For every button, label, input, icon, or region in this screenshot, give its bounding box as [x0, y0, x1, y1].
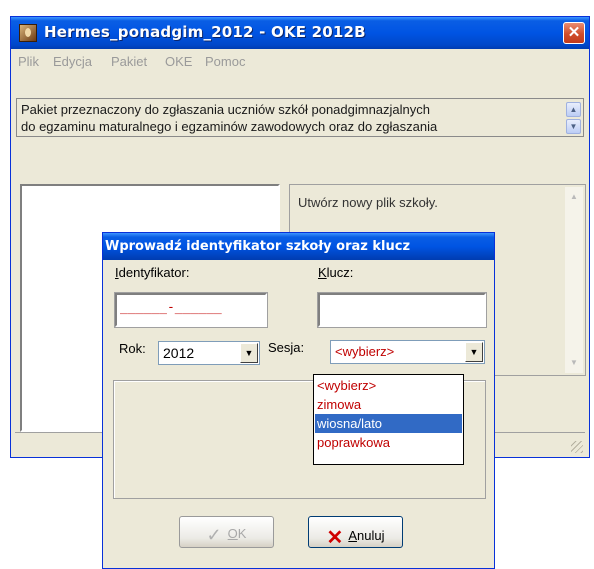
year-value: 2012 — [163, 345, 195, 361]
cancel-button-label: ✕ Anuluj — [326, 527, 385, 549]
info-text: Utwórz nowy plik szkoły. — [298, 195, 438, 210]
key-label: Klucz: — [318, 265, 354, 280]
identifier-label: Identyfikator: — [115, 265, 190, 280]
description-line-1: Pakiet przeznaczony do zgłaszania ucznió… — [21, 102, 431, 117]
identifier-dialog: Wprowadź identyfikator szkoły oraz klucz… — [102, 232, 495, 569]
scroll-up-icon[interactable]: ▲ — [566, 189, 582, 205]
chevron-down-icon[interactable]: ▼ — [465, 342, 483, 362]
session-dropdown-list[interactable]: <wybierz> zimowa wiosna/lato poprawkowa — [313, 374, 464, 465]
session-option[interactable]: zimowa — [315, 395, 462, 414]
close-button[interactable]: ✕ — [563, 22, 585, 44]
menu-pomoc[interactable]: Pomoc — [205, 54, 245, 69]
session-label: Sesja: — [268, 340, 305, 355]
scroll-up-icon[interactable]: ▲ — [566, 102, 581, 117]
identifier-input[interactable]: ______-______ — [114, 292, 268, 328]
x-icon: ✕ — [326, 527, 344, 549]
title-bar[interactable]: Hermes_ponadgim_2012 - OKE 2012B ✕ — [11, 17, 589, 49]
menu-pakiet[interactable]: Pakiet — [111, 54, 147, 69]
menu-plik[interactable]: Plik — [18, 54, 39, 69]
resize-grip-icon[interactable] — [571, 441, 583, 453]
description-line-2: do egzaminu maturalnego i egzaminów zawo… — [21, 119, 438, 134]
session-option-highlighted[interactable]: wiosna/lato — [315, 414, 462, 433]
chevron-down-icon[interactable]: ▼ — [240, 343, 258, 363]
identifier-mask: ______-______ — [120, 300, 222, 315]
key-input[interactable] — [317, 292, 487, 328]
info-scrollbar[interactable]: ▲ ▼ — [565, 187, 583, 373]
cancel-button[interactable]: ✕ Anuluj — [308, 516, 403, 549]
menu-oke[interactable]: OKE — [165, 54, 192, 69]
scroll-down-icon[interactable]: ▼ — [566, 119, 581, 134]
window-title: Hermes_ponadgim_2012 - OKE 2012B — [44, 23, 366, 41]
description-box: Pakiet przeznaczony do zgłaszania ucznió… — [16, 98, 584, 137]
session-select[interactable]: <wybierz> ▼ — [330, 340, 485, 364]
menu-edycja[interactable]: Edycja — [53, 54, 92, 69]
session-option[interactable]: poprawkowa — [315, 433, 462, 452]
scroll-down-icon[interactable]: ▼ — [566, 355, 582, 371]
dialog-title[interactable]: Wprowadź identyfikator szkoły oraz klucz — [103, 233, 494, 260]
ok-button-label: ✓ OK — [206, 525, 247, 545]
ok-button[interactable]: ✓ OK — [179, 516, 274, 548]
session-value: <wybierz> — [335, 344, 395, 359]
menu-bar: Plik Edycja Pakiet OKE Pomoc — [11, 49, 589, 73]
year-select[interactable]: 2012 ▼ — [158, 341, 260, 365]
check-icon: ✓ — [206, 525, 222, 545]
session-option[interactable]: <wybierz> — [315, 376, 462, 395]
app-icon[interactable] — [19, 24, 37, 42]
year-label: Rok: — [119, 341, 146, 356]
